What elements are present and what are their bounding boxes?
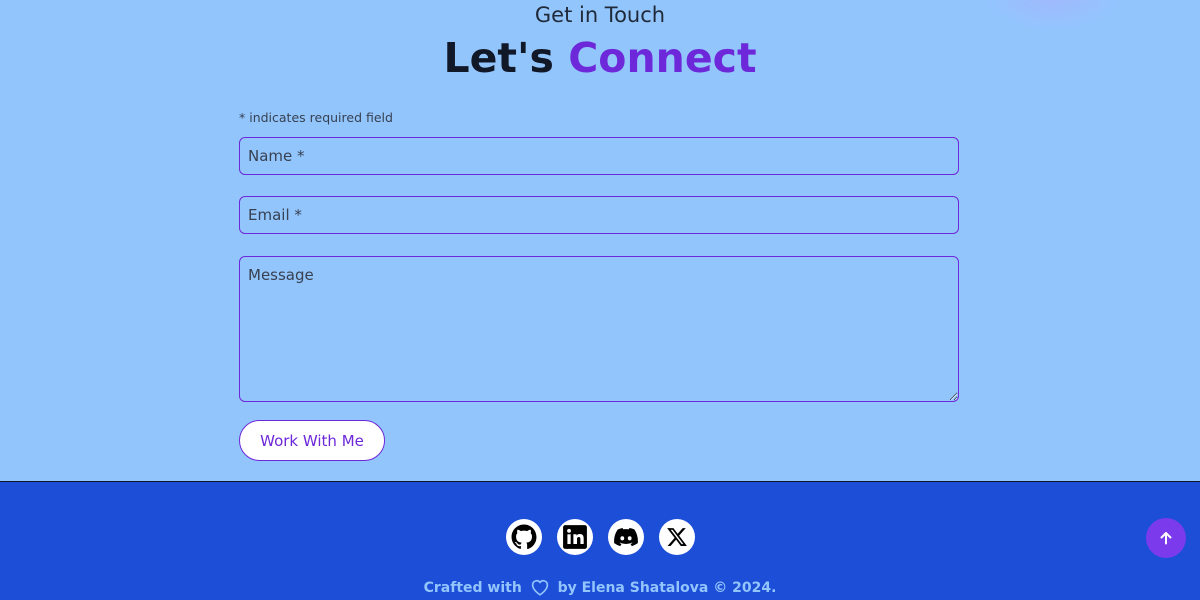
github-icon <box>511 524 536 549</box>
name-field[interactable] <box>239 137 959 175</box>
scroll-to-top-button[interactable] <box>1146 518 1186 558</box>
email-field[interactable] <box>239 196 959 234</box>
footer-credits: Crafted with by Elena Shatalova © 2024. <box>0 578 1200 597</box>
arrow-up-icon <box>1160 532 1172 545</box>
work-with-me-button[interactable]: Work With Me <box>239 420 385 461</box>
contact-section: Get in Touch Let's Connect * indicates r… <box>0 0 1200 481</box>
footer: Crafted with by Elena Shatalova © 2024. <box>0 481 1200 600</box>
github-link[interactable] <box>505 519 542 555</box>
page-title: Let's Connect <box>0 32 1200 84</box>
message-field[interactable] <box>239 256 959 402</box>
headline-accent: Connect <box>568 34 757 82</box>
required-field-note: * indicates required field <box>239 110 393 125</box>
x-icon <box>666 528 687 546</box>
heart-icon <box>531 580 548 596</box>
credit-prefix: Crafted with <box>423 580 522 596</box>
social-links <box>0 519 1200 555</box>
x-link[interactable] <box>658 519 695 555</box>
section-eyebrow: Get in Touch <box>534 3 666 27</box>
discord-link[interactable] <box>607 519 644 555</box>
discord-icon <box>613 528 638 547</box>
headline-lead: Let's <box>443 34 554 82</box>
credit-suffix: by Elena Shatalova © 2024. <box>557 580 777 596</box>
linkedin-link[interactable] <box>556 519 593 555</box>
linkedin-icon <box>562 525 587 549</box>
